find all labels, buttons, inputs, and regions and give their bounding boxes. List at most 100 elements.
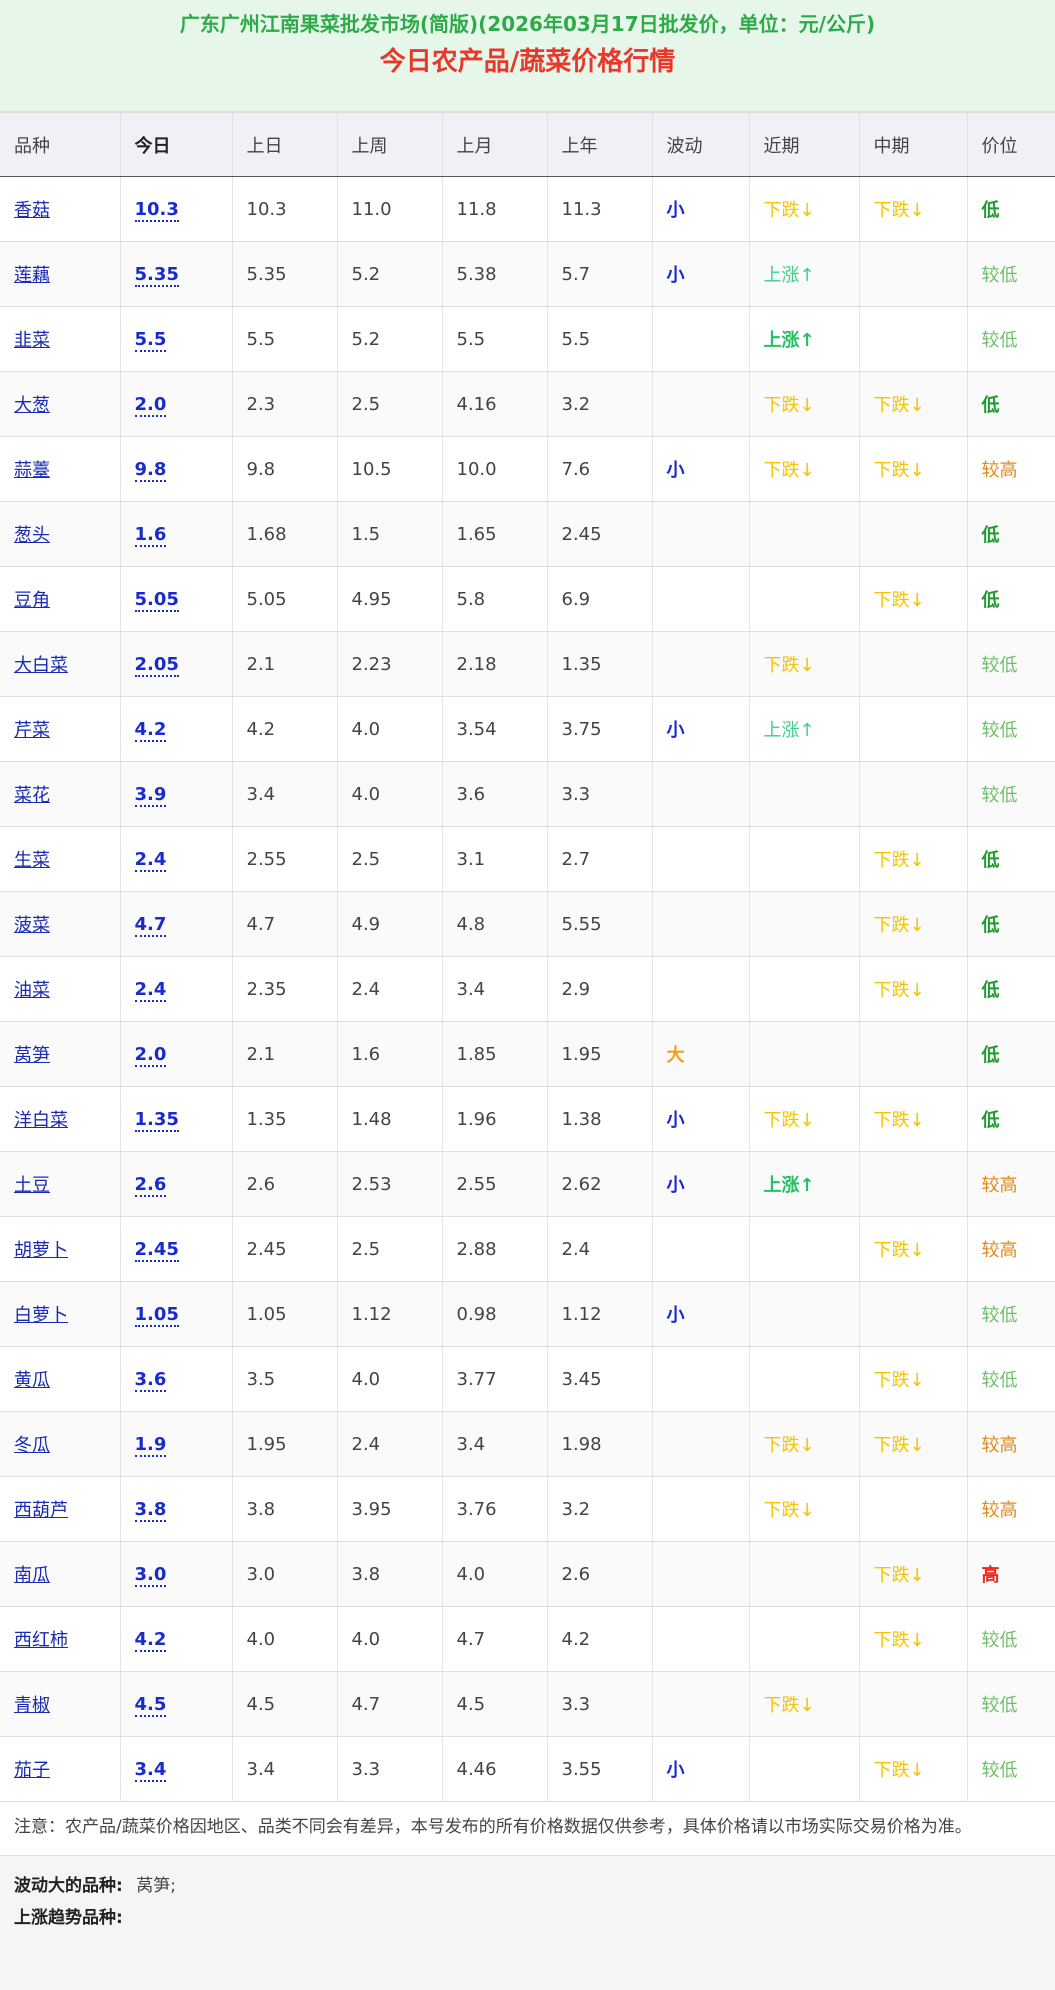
today-price-value[interactable]: 1.05 (134, 1303, 179, 1327)
today-price-value[interactable]: 2.45 (134, 1238, 179, 1262)
today-price-value[interactable]: 4.2 (134, 718, 167, 742)
product-link[interactable]: 香菇 (14, 200, 50, 221)
name[interactable]: 芹菜 (0, 696, 121, 762)
today-price-value[interactable]: 2.05 (134, 653, 179, 677)
today-price-value[interactable]: 4.7 (134, 913, 167, 937)
today-price[interactable]: 3.6 (120, 1346, 233, 1412)
name[interactable]: 菠菜 (0, 891, 121, 957)
today-price[interactable]: 4.7 (120, 891, 233, 957)
today-price[interactable]: 5.35 (120, 241, 233, 307)
name[interactable]: 西红柿 (0, 1606, 121, 1672)
name[interactable]: 韭菜 (0, 306, 121, 372)
product-link[interactable]: 蒜薹 (14, 460, 50, 481)
today-price-value[interactable]: 3.0 (134, 1563, 167, 1587)
today-price-value[interactable]: 2.4 (134, 978, 167, 1002)
product-link[interactable]: 胡萝卜 (14, 1240, 68, 1261)
today-price-value[interactable]: 3.4 (134, 1758, 167, 1782)
today-price-value[interactable]: 1.6 (134, 523, 167, 547)
name[interactable]: 茄子 (0, 1736, 121, 1802)
today-price[interactable]: 2.6 (120, 1151, 233, 1217)
product-link[interactable]: 西红柿 (14, 1630, 68, 1651)
name[interactable]: 胡萝卜 (0, 1216, 121, 1282)
today-price[interactable]: 1.6 (120, 501, 233, 567)
product-link[interactable]: 大白菜 (14, 655, 68, 676)
name[interactable]: 生菜 (0, 826, 121, 892)
today-price[interactable]: 5.05 (120, 566, 233, 632)
product-link[interactable]: 冬瓜 (14, 1435, 50, 1456)
product-link[interactable]: 芹菜 (14, 720, 50, 741)
today-price-value[interactable]: 9.8 (134, 458, 167, 482)
name[interactable]: 葱头 (0, 501, 121, 567)
name[interactable]: 油菜 (0, 956, 121, 1022)
product-link[interactable]: 莴笋 (14, 1045, 50, 1066)
product-link[interactable]: 油菜 (14, 980, 50, 1001)
today-price[interactable]: 1.05 (120, 1281, 233, 1347)
name[interactable]: 西葫芦 (0, 1476, 121, 1542)
product-link[interactable]: 白萝卜 (14, 1305, 68, 1326)
name[interactable]: 莴笋 (0, 1021, 121, 1087)
name[interactable]: 莲藕 (0, 241, 121, 307)
today-price[interactable]: 1.35 (120, 1086, 233, 1152)
name[interactable]: 蒜薹 (0, 436, 121, 502)
product-link[interactable]: 土豆 (14, 1175, 50, 1196)
name[interactable]: 南瓜 (0, 1541, 121, 1607)
name[interactable]: 土豆 (0, 1151, 121, 1217)
today-price-value[interactable]: 5.5 (134, 328, 167, 352)
product-link[interactable]: 南瓜 (14, 1565, 50, 1586)
product-link[interactable]: 豆角 (14, 590, 50, 611)
product-link[interactable]: 菠菜 (14, 915, 50, 936)
today-price[interactable]: 2.0 (120, 1021, 233, 1087)
today-price-value[interactable]: 2.0 (134, 393, 167, 417)
today-price[interactable]: 3.9 (120, 761, 233, 827)
today-price-value[interactable]: 2.4 (134, 848, 167, 872)
today-price[interactable]: 3.8 (120, 1476, 233, 1542)
name[interactable]: 菜花 (0, 761, 121, 827)
name[interactable]: 洋白菜 (0, 1086, 121, 1152)
product-link[interactable]: 青椒 (14, 1695, 50, 1716)
today-price[interactable]: 2.4 (120, 956, 233, 1022)
today-price[interactable]: 10.3 (120, 176, 233, 242)
today-price[interactable]: 2.45 (120, 1216, 233, 1282)
product-link[interactable]: 莲藕 (14, 265, 50, 286)
name[interactable]: 冬瓜 (0, 1411, 121, 1477)
product-link[interactable]: 洋白菜 (14, 1110, 68, 1131)
today-price-value[interactable]: 5.35 (134, 263, 179, 287)
today-price[interactable]: 4.2 (120, 696, 233, 762)
today-price[interactable]: 3.0 (120, 1541, 233, 1607)
today-price[interactable]: 4.2 (120, 1606, 233, 1672)
today-price[interactable]: 2.05 (120, 631, 233, 697)
today-price-value[interactable]: 3.8 (134, 1498, 167, 1522)
name[interactable]: 豆角 (0, 566, 121, 632)
today-price-value[interactable]: 1.9 (134, 1433, 167, 1457)
today-price[interactable]: 2.0 (120, 371, 233, 437)
name[interactable]: 香菇 (0, 176, 121, 242)
today-price-value[interactable]: 2.0 (134, 1043, 167, 1067)
today-price-value[interactable]: 2.6 (134, 1173, 167, 1197)
today-price[interactable]: 9.8 (120, 436, 233, 502)
today-price-value[interactable]: 1.35 (134, 1108, 179, 1132)
product-link[interactable]: 菜花 (14, 785, 50, 806)
today-price-value[interactable]: 4.5 (134, 1693, 167, 1717)
name[interactable]: 黄瓜 (0, 1346, 121, 1412)
today-price-value[interactable]: 5.05 (134, 588, 179, 612)
today-price-value[interactable]: 4.2 (134, 1628, 167, 1652)
today-price-value[interactable]: 10.3 (134, 198, 179, 222)
product-link[interactable]: 大葱 (14, 395, 50, 416)
name[interactable]: 青椒 (0, 1671, 121, 1737)
name[interactable]: 白萝卜 (0, 1281, 121, 1347)
product-link[interactable]: 葱头 (14, 525, 50, 546)
name[interactable]: 大白菜 (0, 631, 121, 697)
today-price[interactable]: 2.4 (120, 826, 233, 892)
today-price-value[interactable]: 3.6 (134, 1368, 167, 1392)
name[interactable]: 大葱 (0, 371, 121, 437)
today-price[interactable]: 4.5 (120, 1671, 233, 1737)
product-link[interactable]: 茄子 (14, 1760, 50, 1781)
product-link[interactable]: 生菜 (14, 850, 50, 871)
product-link[interactable]: 西葫芦 (14, 1500, 68, 1521)
product-link[interactable]: 黄瓜 (14, 1370, 50, 1391)
product-link[interactable]: 韭菜 (14, 330, 50, 351)
today-price[interactable]: 3.4 (120, 1736, 233, 1802)
today-price[interactable]: 5.5 (120, 306, 233, 372)
today-price-value[interactable]: 3.9 (134, 783, 167, 807)
today-price[interactable]: 1.9 (120, 1411, 233, 1477)
